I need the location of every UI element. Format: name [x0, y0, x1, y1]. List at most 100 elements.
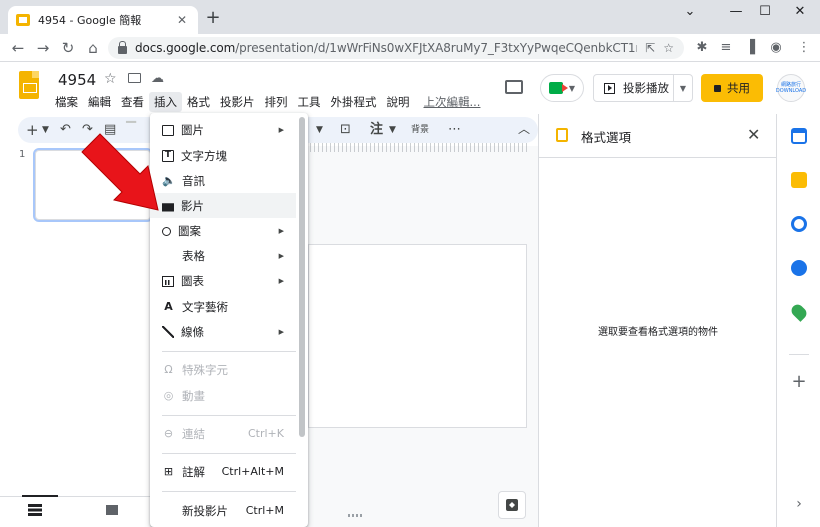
menu-separator [162, 491, 296, 492]
slides-logo-icon[interactable] [19, 71, 39, 99]
note-button[interactable]: 注 [370, 121, 383, 139]
cloud-status-icon[interactable]: ☁ [151, 71, 164, 86]
word-art-icon: A [164, 300, 173, 313]
speaker-notes-drag-handle[interactable] [348, 514, 364, 517]
share-icon[interactable]: ⇱ [645, 41, 655, 55]
slide-number: 1 [19, 149, 26, 160]
table-icon-placeholder [162, 249, 175, 262]
reload-icon[interactable]: ↻ [58, 38, 78, 58]
undo-icon[interactable]: ↶ [60, 121, 71, 139]
more-options-icon[interactable]: ⋯ [448, 121, 461, 139]
chevron-down-icon[interactable]: ▼ [316, 121, 323, 139]
menu-item-chart[interactable]: 圖表 ▶ [150, 268, 296, 293]
move-folder-icon[interactable] [128, 73, 141, 83]
menu-item-textbox[interactable]: T 文字方塊 [150, 143, 296, 168]
tab-search-icon[interactable]: ⌄ [680, 4, 700, 19]
menu-format[interactable]: 格式 [182, 92, 215, 112]
menu-item-audio[interactable]: 🔈 音訊 [150, 168, 296, 193]
reading-list-icon[interactable]: ≡ [716, 38, 736, 58]
chevron-down-icon[interactable]: ▼ [42, 121, 49, 139]
expand-panel-icon[interactable]: › [791, 496, 807, 512]
menu-item-new-slide[interactable]: 新投影片 Ctrl+M [150, 498, 296, 523]
meet-button[interactable]: ▼ [540, 74, 584, 102]
redo-icon[interactable]: ↷ [82, 121, 93, 139]
explore-icon [506, 499, 518, 511]
menu-scrollbar[interactable] [299, 117, 305, 437]
menu-addons[interactable]: 外掛程式 [326, 92, 382, 112]
back-arrow-icon[interactable]: ← [8, 38, 28, 58]
address-bar[interactable]: docs.google.com/presentation/d/1wWrFiNs0… [108, 37, 684, 59]
keep-icon[interactable] [791, 172, 807, 188]
new-slide-plus-icon[interactable]: + [26, 121, 39, 139]
menu-item-table[interactable]: 表格 ▶ [150, 243, 296, 268]
filmstrip-view-icon[interactable] [28, 504, 42, 516]
comment-add-icon[interactable]: ⊡ [340, 121, 351, 139]
menu-help[interactable]: 說明 [382, 92, 415, 112]
menu-item-comment[interactable]: ⊞ 註解 Ctrl+Alt+M [150, 459, 296, 484]
line-icon [162, 325, 174, 338]
share-button[interactable]: 共用 [701, 74, 763, 102]
last-edit-link[interactable]: 上次編輯... [419, 92, 486, 112]
home-icon[interactable]: ⌂ [83, 38, 103, 58]
side-panel-icon[interactable]: ▐ [740, 38, 760, 58]
present-dropdown-icon[interactable]: ▼ [674, 84, 692, 93]
lock-icon [714, 84, 721, 92]
extensions-icon[interactable]: ✱ [692, 38, 712, 58]
menu-separator [162, 351, 296, 352]
star-icon[interactable]: ☆ [663, 41, 674, 55]
menu-arrange[interactable]: 排列 [260, 92, 293, 112]
menu-item-video[interactable]: 影片 [150, 193, 296, 218]
video-icon [162, 203, 174, 212]
menu-item-image[interactable]: 圖片 ▶ [150, 117, 296, 142]
new-tab-button[interactable]: + [204, 9, 222, 27]
menu-item-word-art[interactable]: A 文字藝術 [150, 294, 296, 319]
menu-item-special-characters[interactable]: Ω 特殊字元 [150, 357, 296, 382]
url-text: docs.google.com/presentation/d/1wWrFiNs0… [135, 41, 637, 55]
menu-separator [162, 415, 296, 416]
maximize-button[interactable]: ☐ [755, 4, 775, 19]
contacts-icon[interactable] [791, 260, 807, 276]
chevron-down-icon[interactable]: ▼ [389, 121, 396, 139]
menu-edit[interactable]: 編輯 [83, 92, 116, 112]
slide-thumbnail[interactable] [33, 148, 153, 222]
menu-item-link[interactable]: ⊖ 連結 Ctrl+K [150, 421, 296, 446]
close-icon[interactable]: ✕ [747, 125, 760, 144]
menu-view[interactable]: 查看 [116, 92, 149, 112]
menu-tools[interactable]: 工具 [293, 92, 326, 112]
menu-item-shape[interactable]: 圖案 ▶ [150, 218, 296, 243]
menu-item-animation[interactable]: ◎ 動畫 [150, 383, 296, 408]
more-icon[interactable]: ⋮ [794, 38, 814, 58]
document-title[interactable]: 4954 [58, 71, 96, 89]
print-icon[interactable]: ▤ [104, 121, 116, 139]
menu-file[interactable]: 檔案 [50, 92, 83, 112]
present-button[interactable]: 投影播放 ▼ [593, 74, 693, 102]
menu-slide[interactable]: 投影片 [215, 92, 260, 112]
profile-icon[interactable]: ◉ [766, 38, 786, 58]
comment-history-icon[interactable] [505, 80, 523, 94]
audio-icon: 🔈 [162, 174, 176, 187]
slide-canvas[interactable] [308, 244, 527, 428]
explore-button[interactable] [498, 491, 526, 519]
add-addon-icon[interactable]: + [791, 371, 807, 392]
chart-icon [162, 275, 174, 287]
omega-icon: Ω [164, 363, 173, 376]
calendar-icon[interactable] [791, 128, 807, 144]
present-main-button[interactable]: 投影播放 [594, 75, 674, 101]
paint-format-icon[interactable]: ▔ [126, 121, 136, 139]
collapse-menus-icon[interactable]: ︿ [518, 120, 530, 137]
tasks-icon[interactable] [791, 216, 807, 232]
forward-arrow-icon[interactable]: → [33, 38, 53, 58]
maps-icon[interactable] [789, 302, 809, 322]
browser-tab[interactable]: 4954 - Google 簡報 ✕ [8, 6, 198, 34]
lock-icon[interactable] [118, 40, 127, 54]
menu-item-line[interactable]: 線條 ▶ [150, 319, 296, 344]
background-button[interactable]: 背景 [411, 121, 429, 139]
address-row: ← → ↻ ⌂ docs.google.com/presentation/d/1… [0, 34, 820, 62]
tab-close-button[interactable]: ✕ [174, 13, 190, 27]
avatar[interactable]: 網路旅行 DOWNLOAD [776, 74, 806, 102]
close-window-button[interactable]: ✕ [790, 4, 810, 19]
menu-insert[interactable]: 插入 [149, 92, 182, 112]
minimize-button[interactable]: — [726, 4, 746, 19]
star-icon[interactable]: ☆ [104, 71, 117, 87]
grid-view-icon[interactable] [106, 505, 118, 515]
